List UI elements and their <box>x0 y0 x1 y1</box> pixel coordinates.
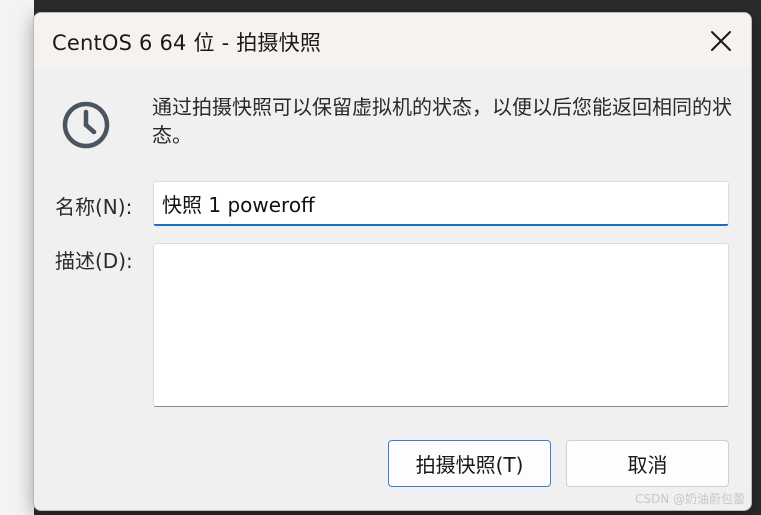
snapshot-dialog: CentOS 6 64 位 - 拍摄快照 通过拍摄快照可以保留虚拟机的状态，以便… <box>33 12 752 511</box>
info-message: 通过拍摄快照可以保留虚拟机的状态，以便以后您能返回相同的状态。 <box>152 95 732 147</box>
cancel-button[interactable]: 取消 <box>566 440 729 487</box>
clock-icon <box>62 101 110 149</box>
title-bar: CentOS 6 64 位 - 拍摄快照 <box>34 13 751 69</box>
watermark-text: CSDN @奶油蔚包蕾 <box>634 492 745 506</box>
close-icon <box>711 31 731 51</box>
dialog-title: CentOS 6 64 位 - 拍摄快照 <box>52 31 322 55</box>
take-snapshot-button[interactable]: 拍摄快照(T) <box>388 440 551 487</box>
name-label: 名称(N): <box>55 195 133 219</box>
description-label: 描述(D): <box>55 249 133 273</box>
close-button[interactable] <box>701 21 741 61</box>
background-corner <box>0 0 34 14</box>
snapshot-description-input[interactable] <box>153 243 729 407</box>
snapshot-name-input[interactable] <box>153 181 729 226</box>
background-window-edge <box>0 0 34 515</box>
